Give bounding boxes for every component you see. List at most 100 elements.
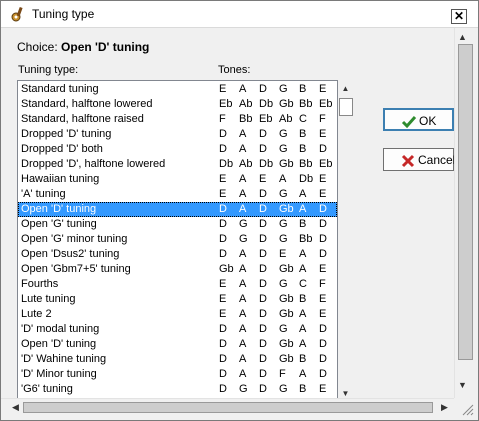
tuning-tone: E [319, 293, 327, 305]
tuning-tone: A [239, 338, 247, 350]
tuning-tone: D [259, 263, 267, 275]
tuning-tone: D [259, 278, 267, 290]
tuning-row[interactable]: Lute tuning E A D Gb B E [18, 292, 337, 307]
tuning-tone: E [259, 173, 267, 185]
resize-grip-icon[interactable] [460, 402, 474, 416]
tuning-row[interactable]: Standard, halftone lowered Eb Ab Db Gb Bb Eb [18, 97, 337, 112]
tuning-row[interactable]: Open 'Dsus2' tuning D A D E A D [18, 247, 337, 262]
tuning-tone: A [299, 248, 307, 260]
tuning-tone: E [219, 173, 227, 185]
tuning-tone: A [239, 143, 247, 155]
tuning-tone: G [279, 218, 288, 230]
tuning-row[interactable]: Lute 2 E A D Gb A E [18, 307, 337, 322]
tuning-tone: C [299, 278, 307, 290]
tuning-tone: Gb [279, 203, 294, 215]
tuning-row[interactable]: Open 'G' tuning D G D G B D [18, 217, 337, 232]
scroll-down-icon[interactable]: ▼ [458, 380, 467, 390]
tuning-tone: D [259, 83, 267, 95]
tuning-row[interactable]: Open 'G' minor tuning D G D G Bb D [18, 232, 337, 247]
tuning-name: Fourths [21, 278, 59, 290]
tuning-tone: E [219, 308, 227, 320]
tuning-row[interactable]: Dropped 'D' both D A D G B D [18, 142, 337, 157]
ok-button[interactable]: OK [383, 108, 454, 131]
tuning-row[interactable]: Standard, halftone raised F Bb Eb Ab C F [18, 112, 337, 127]
tuning-row[interactable]: 'D' modal tuning D A D G A D [18, 322, 337, 337]
title-bar: Tuning type ✕ [1, 1, 478, 28]
tuning-tone: Eb [219, 98, 233, 110]
tuning-tone: D [259, 233, 267, 245]
tuning-tone: E [319, 83, 327, 95]
tuning-row[interactable]: Fourths E A D G C F [18, 277, 337, 292]
tuning-row[interactable]: Open 'D' tuning D A D Gb A D [18, 202, 337, 217]
tuning-tone: D [319, 218, 327, 230]
tuning-name: Standard, halftone raised [21, 113, 144, 125]
tuning-tone: G [279, 128, 288, 140]
tuning-tone: D [259, 353, 267, 365]
tuning-tone: A [239, 323, 247, 335]
tones-label: Tones: [218, 64, 251, 76]
tuning-tone: A [279, 173, 287, 185]
cancel-button[interactable]: Cancel [383, 148, 455, 171]
tuning-tone: A [239, 263, 247, 275]
tuning-tone: B [299, 293, 307, 305]
tuning-tone: D [319, 353, 327, 365]
tuning-tone: F [319, 278, 326, 290]
tuning-tone: Gb [279, 353, 294, 365]
tuning-row[interactable]: Open 'D' tuning D A D Gb A D [18, 337, 337, 352]
tuning-tone: B [299, 383, 307, 395]
tuning-tone: G [279, 323, 288, 335]
tuning-tone: A [299, 368, 307, 380]
tuning-tone: D [219, 248, 227, 260]
close-button[interactable]: ✕ [451, 9, 467, 24]
tuning-tone: D [219, 128, 227, 140]
tuning-tone: Bb [299, 98, 313, 110]
tuning-tone: E [319, 188, 327, 200]
tuning-list[interactable]: Standard tuning E A D G B E Standard, halftone … [17, 80, 338, 402]
tuning-tone: Ab [279, 113, 293, 125]
tuning-name: Open 'G' tuning [21, 218, 97, 230]
tuning-tone: E [219, 293, 227, 305]
tuning-row[interactable]: 'D' Minor tuning D A D F A D [18, 367, 337, 382]
tuning-name: Dropped 'D' tuning [21, 128, 112, 140]
tuning-row[interactable]: 'G6' tuning D G D G B E [18, 382, 337, 397]
tuning-row[interactable]: 'A' tuning E A D G A E [18, 187, 337, 202]
dialog-vertical-scrollbar[interactable]: ▲ ▼ [454, 28, 478, 398]
tuning-tone: G [239, 383, 248, 395]
dialog-content: Choice: Open 'D' tuning Tuning type: Ton… [1, 28, 455, 402]
close-icon[interactable]: ✕ [454, 9, 464, 23]
choice-label: Choice: [17, 40, 58, 54]
tuning-tone: A [299, 188, 307, 200]
vertical-scroll-thumb[interactable] [458, 44, 473, 360]
tuning-row[interactable]: Dropped 'D', halftone lowered Db Ab Db Gb Bb E… [18, 157, 337, 172]
tuning-row[interactable]: Hawaiian tuning E A E A Db E [18, 172, 337, 187]
dialog-horizontal-scrollbar[interactable]: ◀ ▶ [1, 398, 454, 417]
scroll-up-arrow-icon[interactable]: ▲ [338, 81, 353, 96]
tuning-row[interactable]: Dropped 'D' tuning D A D G B E [18, 127, 337, 142]
scroll-up-icon[interactable]: ▲ [458, 32, 467, 42]
tuning-row[interactable]: Standard tuning E A D G B E [18, 82, 337, 97]
horizontal-scroll-thumb[interactable] [23, 402, 433, 413]
tuning-tone: A [239, 83, 247, 95]
tuning-tone: F [279, 368, 286, 380]
scroll-thumb[interactable] [339, 98, 353, 116]
tuning-tone: A [239, 248, 247, 260]
tuning-tone: A [239, 173, 247, 185]
tuning-tone: D [219, 143, 227, 155]
tuning-tone: D [259, 203, 267, 215]
scroll-left-icon[interactable]: ◀ [12, 402, 19, 413]
tuning-row[interactable]: 'D' Wahine tuning D A D Gb B D [18, 352, 337, 367]
tuning-tone: D [219, 233, 227, 245]
tuning-tone: A [299, 338, 307, 350]
tuning-tone: Db [219, 158, 234, 170]
tuning-name: 'D' Wahine tuning [21, 353, 107, 365]
tuning-tone: B [299, 218, 307, 230]
scroll-right-icon[interactable]: ▶ [441, 402, 448, 413]
tuning-tone: E [319, 173, 327, 185]
tuning-tone: B [299, 143, 307, 155]
tuning-list-scrollbar[interactable]: ▲ ▼ [338, 81, 353, 401]
tuning-tone: D [219, 323, 227, 335]
tuning-row[interactable]: Open 'Gbm7+5' tuning Gb A D Gb A E [18, 262, 337, 277]
tuning-tone: Eb [319, 98, 333, 110]
tuning-tone: G [239, 233, 248, 245]
tuning-tone: D [219, 218, 227, 230]
